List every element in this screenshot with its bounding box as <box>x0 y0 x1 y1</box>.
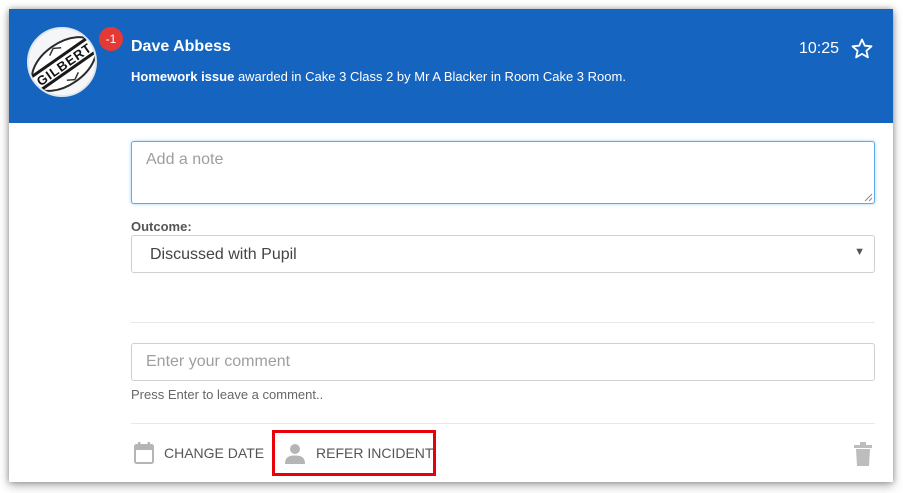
incident-type: Homework issue <box>131 69 235 84</box>
incident-header: GILBERT -1 Dave Abbess Homework issue aw… <box>9 9 893 123</box>
notification-badge: -1 <box>99 27 123 51</box>
trash-icon[interactable] <box>854 442 872 466</box>
comment-hint: Press Enter to leave a comment.. <box>131 387 324 402</box>
calendar-icon <box>134 442 154 464</box>
incident-time: 10:25 <box>799 40 840 57</box>
refer-incident-highlight <box>272 430 436 476</box>
outcome-label: Outcome: <box>131 219 192 234</box>
avatar[interactable]: GILBERT <box>27 27 97 97</box>
resize-grip-icon[interactable] <box>863 192 873 202</box>
incident-details: awarded in Cake 3 Class 2 by Mr A Blacke… <box>234 69 626 84</box>
incident-card: GILBERT -1 Dave Abbess Homework issue aw… <box>9 9 893 482</box>
comment-input[interactable] <box>131 343 875 381</box>
note-textarea[interactable] <box>131 141 875 204</box>
incident-description: Homework issue awarded in Cake 3 Class 2… <box>131 69 626 84</box>
caret-down-icon: ▼ <box>854 246 865 258</box>
outcome-selected-value: Discussed with Pupil <box>150 246 297 263</box>
divider <box>131 423 875 424</box>
star-icon[interactable] <box>850 37 874 61</box>
change-date-button[interactable]: CHANGE DATE <box>133 439 264 467</box>
sender-name: Dave Abbess <box>131 38 231 55</box>
rugby-ball-avatar-icon: GILBERT <box>29 29 95 95</box>
change-date-label: CHANGE DATE <box>164 445 265 461</box>
page: GILBERT -1 Dave Abbess Homework issue aw… <box>0 0 903 493</box>
outcome-select[interactable]: Discussed with Pupil ▼ <box>131 235 875 273</box>
divider <box>131 322 875 323</box>
